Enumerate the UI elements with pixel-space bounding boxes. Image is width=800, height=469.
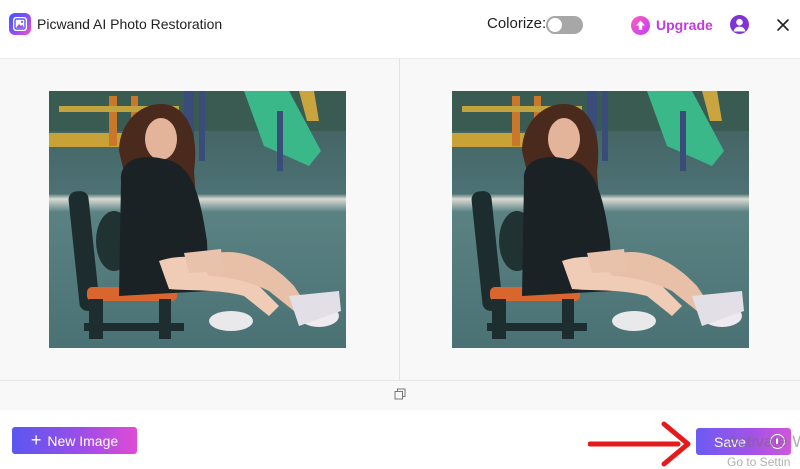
new-image-button[interactable]: + New Image: [12, 427, 137, 454]
original-image: [49, 91, 346, 348]
app-title: Picwand AI Photo Restoration: [37, 16, 223, 32]
app-logo-icon: [9, 13, 31, 35]
panel-divider: [399, 59, 400, 381]
upgrade-label: Upgrade: [656, 17, 713, 33]
activate-windows-watermark: Activate W: [727, 432, 800, 451]
activate-windows-hint: Go to Settin: [727, 455, 791, 469]
title-bar: Picwand AI Photo Restoration Colorize: U…: [0, 0, 800, 50]
new-image-label: New Image: [47, 432, 119, 449]
compare-icon[interactable]: [394, 387, 406, 405]
close-icon[interactable]: [773, 15, 793, 35]
upgrade-button[interactable]: Upgrade: [631, 14, 713, 36]
user-avatar-icon[interactable]: [730, 15, 749, 34]
upgrade-arrow-icon: [631, 15, 650, 35]
toggle-knob: [548, 18, 562, 32]
annotation-arrow-icon: [588, 421, 691, 467]
colorize-label: Colorize:: [487, 15, 547, 32]
restored-image: [452, 91, 749, 348]
colorize-toggle[interactable]: [546, 16, 583, 34]
plus-icon: +: [30, 429, 42, 450]
